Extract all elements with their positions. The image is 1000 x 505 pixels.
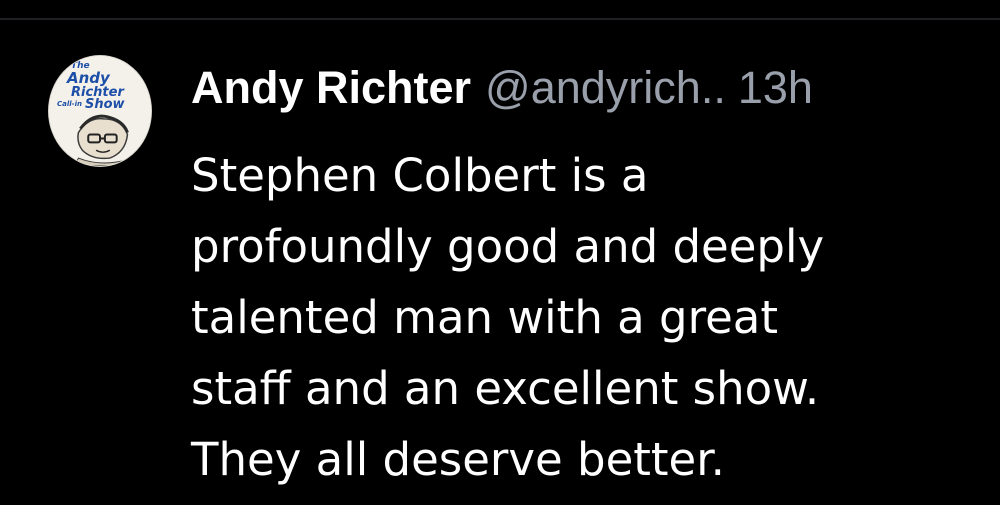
author-display-name[interactable]: Andy Richter xyxy=(191,62,471,114)
tweet-timestamp[interactable]: 13h xyxy=(738,62,813,114)
tweet-text-line: They all deserve better. xyxy=(191,433,725,486)
tweet-text-line: profoundly good and deeply xyxy=(191,220,825,273)
author-handle[interactable]: @andyrich.. xyxy=(485,62,726,114)
top-divider xyxy=(0,18,1000,20)
tweet-text-line: staff and an excellent show. xyxy=(191,362,820,415)
avatar-logo-callin: Call-in xyxy=(57,100,82,108)
tweet-body: Stephen Colbert is a profoundly good and… xyxy=(191,140,981,495)
avatar-logo-andy: Andy xyxy=(67,69,110,87)
tweet-header: Andy Richter @andyrich.. 13h xyxy=(191,62,813,122)
tweet-text-line: talented man with a great xyxy=(191,291,778,344)
avatar-logo-show: Show xyxy=(85,97,125,112)
tweet-text-line: Stephen Colbert is a xyxy=(191,149,649,202)
avatar[interactable]: The Andy Richter Call-in Show xyxy=(48,55,152,167)
